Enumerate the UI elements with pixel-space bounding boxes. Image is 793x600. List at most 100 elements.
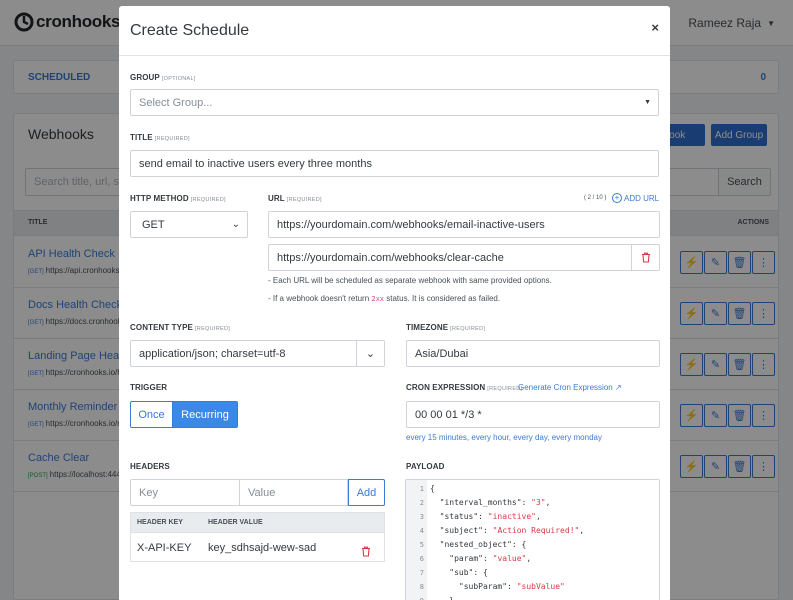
generate-cron-link[interactable]: Generate Cron Expression ↗ (518, 383, 622, 392)
title-input[interactable]: send email to inactive users every three… (130, 150, 659, 177)
line-number: 4 (419, 527, 424, 535)
json-punct: , (545, 498, 551, 507)
trigger-once-button[interactable]: Once (130, 401, 173, 428)
code-line: 3 "status": "inactive", (406, 512, 659, 526)
title-label-text: TITLE (130, 133, 153, 142)
json-string: "subValue" (516, 582, 565, 591)
remove-url-button[interactable] (631, 244, 660, 271)
header-key: X-API-KEY (137, 542, 192, 554)
preset-hour[interactable]: every hour (471, 433, 508, 442)
content-type-label-text: CONTENT TYPE (130, 323, 193, 332)
json-key: "param": (430, 554, 493, 563)
timezone-label-text: TIMEZONE (406, 323, 449, 332)
content-type-hint: [REQUIRED] (194, 326, 231, 332)
trash-icon[interactable] (361, 546, 371, 557)
code-line: 8 "subParam": "subValue" (406, 582, 659, 596)
payload-editor[interactable]: 1{ 2 "interval_months": "3", 3 "status":… (405, 479, 660, 600)
url-label-text: URL (268, 194, 285, 203)
line-number: 7 (419, 569, 424, 577)
json-key: "nested_object": { (430, 540, 527, 549)
timezone-label: TIMEZONE [REQUIRED] (406, 323, 485, 332)
code-text: "subject": "Action Required!", (430, 526, 585, 535)
json-string: "3" (531, 498, 546, 507)
add-url-button[interactable]: + ADD URL (612, 193, 659, 203)
http-method-label: HTTP METHOD [REQUIRED] (130, 194, 226, 203)
chevron-down-icon: ⌄ (231, 219, 240, 230)
group-hint: [OPTIONAL] (161, 76, 196, 82)
http-method-hint: [REQUIRED] (190, 197, 226, 203)
json-key: "interval_months": (430, 498, 532, 507)
group-select[interactable]: Select Group... ▼ (130, 89, 659, 116)
json-punct: , (535, 512, 541, 521)
url-note-2: - If a webhook doesn't return 2xx status… (268, 294, 500, 303)
cron-input[interactable]: 00 00 01 */3 * (406, 401, 660, 428)
line-number: 6 (419, 555, 424, 563)
url-note-2-post: status. It is considered as failed. (384, 294, 501, 303)
payload-label: PAYLOAD (406, 462, 445, 471)
line-number: 5 (419, 541, 424, 549)
http-method-select[interactable]: GET ⌄ (130, 211, 248, 238)
header-key-input[interactable]: Key (130, 479, 240, 506)
chevron-down-icon[interactable]: ⌄ (356, 340, 385, 367)
add-url-label: ADD URL (624, 193, 660, 203)
url-note-1: - Each URL will be scheduled as separate… (268, 276, 552, 285)
url-count: ( 2 / 10 ) (584, 195, 607, 201)
code-line: 4 "subject": "Action Required!", (406, 526, 659, 540)
code-line: 9 } (406, 596, 659, 600)
create-schedule-modal: Create Schedule × GROUP [OPTIONAL] Select… (119, 6, 670, 600)
header-key-column: HEADER KEY (137, 519, 183, 526)
preset-monday[interactable]: every monday (552, 433, 602, 442)
line-number: 2 (419, 499, 424, 507)
preset-15-minutes[interactable]: every 15 minutes (406, 433, 467, 442)
cron-label: CRON EXPRESSION [REQUIRED] (406, 383, 522, 392)
url-label: URL [REQUIRED] (268, 194, 322, 203)
line-number: 1 (419, 485, 424, 493)
code-text: } (430, 596, 454, 600)
headers-table-head: HEADER KEY HEADER VALUE (131, 513, 384, 533)
json-key: "subParam": (430, 582, 517, 591)
plus-circle-icon: + (612, 193, 622, 203)
code-text: "subParam": "subValue" (430, 582, 565, 591)
code-line: 6 "param": "value", (406, 554, 659, 568)
code-line: 7 "sub": { (406, 568, 659, 582)
modal-title: Create Schedule (130, 22, 250, 39)
caret-down-icon: ▼ (644, 99, 651, 106)
trash-icon (641, 252, 650, 263)
content-type-select[interactable]: application/json; charset=utf-8 (130, 340, 356, 367)
status-code: 2xx (371, 295, 385, 303)
line-number: 3 (419, 513, 424, 521)
http-method-value: GET (142, 218, 165, 231)
preset-day[interactable]: every day (513, 433, 547, 442)
group-label: GROUP [OPTIONAL] (130, 73, 196, 82)
json-punct: , (579, 526, 585, 535)
code-text: "nested_object": { (430, 540, 527, 549)
header-value-column: HEADER VALUE (208, 519, 263, 526)
url-hint: [REQUIRED] (286, 197, 322, 203)
timezone-input[interactable]: Asia/Dubai (406, 340, 660, 367)
modal-header: Create Schedule × (119, 6, 670, 56)
add-header-button[interactable]: Add (348, 479, 385, 506)
url-input-1[interactable]: https://yourdomain.com/webhooks/email-in… (268, 211, 660, 238)
header-value: key_sdhsajd-wew-sad (208, 542, 317, 554)
trigger-recurring-button[interactable]: Recurring (172, 401, 238, 428)
line-number: 8 (419, 583, 424, 591)
code-line: 1{ (406, 484, 659, 498)
json-key: "sub": { (430, 568, 488, 577)
header-value-input[interactable]: Value (239, 479, 348, 506)
code-line: 5 "nested_object": { (406, 540, 659, 554)
code-text: "param": "value", (430, 554, 531, 563)
content-type-label: CONTENT TYPE [REQUIRED] (130, 323, 230, 332)
json-punct: , (526, 554, 532, 563)
group-label-text: GROUP (130, 73, 160, 82)
json-key: "subject": (430, 526, 493, 535)
close-icon[interactable]: × (651, 20, 659, 35)
json-key: "status": (430, 512, 488, 521)
code-text: "status": "inactive", (430, 512, 541, 521)
json-string: "inactive" (487, 512, 536, 521)
group-placeholder: Select Group... (139, 96, 213, 109)
code-text: { (430, 484, 435, 493)
url-input-2[interactable]: https://yourdomain.com/webhooks/clear-ca… (268, 244, 631, 271)
http-method-label-text: HTTP METHOD (130, 194, 189, 203)
json-string: "Action Required!" (492, 526, 580, 535)
code-line: 2 "interval_months": "3", (406, 498, 659, 512)
